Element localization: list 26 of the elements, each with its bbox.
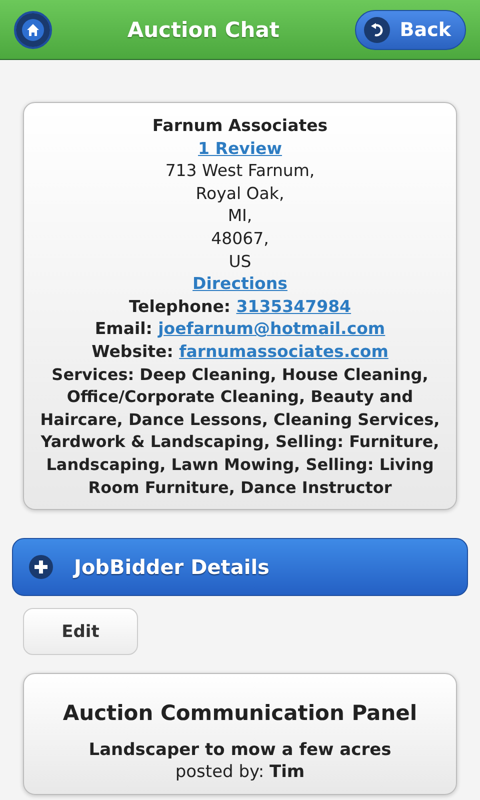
business-name: Farnum Associates xyxy=(151,115,329,137)
contact-link[interactable]: farnumassociates.com xyxy=(179,342,388,361)
job-title: Landscaper to mow a few acres xyxy=(88,738,392,762)
plus-icon xyxy=(28,554,54,580)
contact-link[interactable]: joefarnum@hotmail.com xyxy=(158,319,386,338)
back-button[interactable]: Back xyxy=(354,10,466,50)
address-line: MI, xyxy=(226,205,254,228)
home-icon xyxy=(26,22,40,36)
contact-label: Website: xyxy=(92,342,174,361)
address-line: Royal Oak, xyxy=(194,182,286,205)
panel-title: Auction Communication Panel xyxy=(62,702,418,725)
collapsible-header[interactable]: JobBidder Details xyxy=(12,538,468,596)
edit-button[interactable]: Edit xyxy=(23,608,138,656)
back-arrow-icon xyxy=(368,22,385,38)
contact-label: Email: xyxy=(94,319,152,338)
page-title: Auction Chat xyxy=(127,18,280,42)
address-line: 713 West Farnum, xyxy=(164,160,316,182)
address-line: 48067, xyxy=(210,228,270,250)
contact-link[interactable]: 3135347984 xyxy=(236,296,352,316)
contact-label: Telephone: xyxy=(128,296,230,316)
services-text: Services: Deep Cleaning, House Cleaning, Office/Corporate Cleaning, Beauty and Haircare, Dance Lessons, Cleaning Services, Yardwork & Landscaping, Selling: Furniture, Landscaping, Lawn Mowing, Selling: Living Room Furniture, Dance Instructor xyxy=(39,364,441,498)
posted-by-text: posted by: Tim xyxy=(174,761,306,784)
review-link[interactable]: 1 Review xyxy=(198,138,282,158)
home-button[interactable] xyxy=(14,10,52,48)
directions-link[interactable]: Directions xyxy=(192,274,288,294)
address-line: US xyxy=(228,250,252,273)
